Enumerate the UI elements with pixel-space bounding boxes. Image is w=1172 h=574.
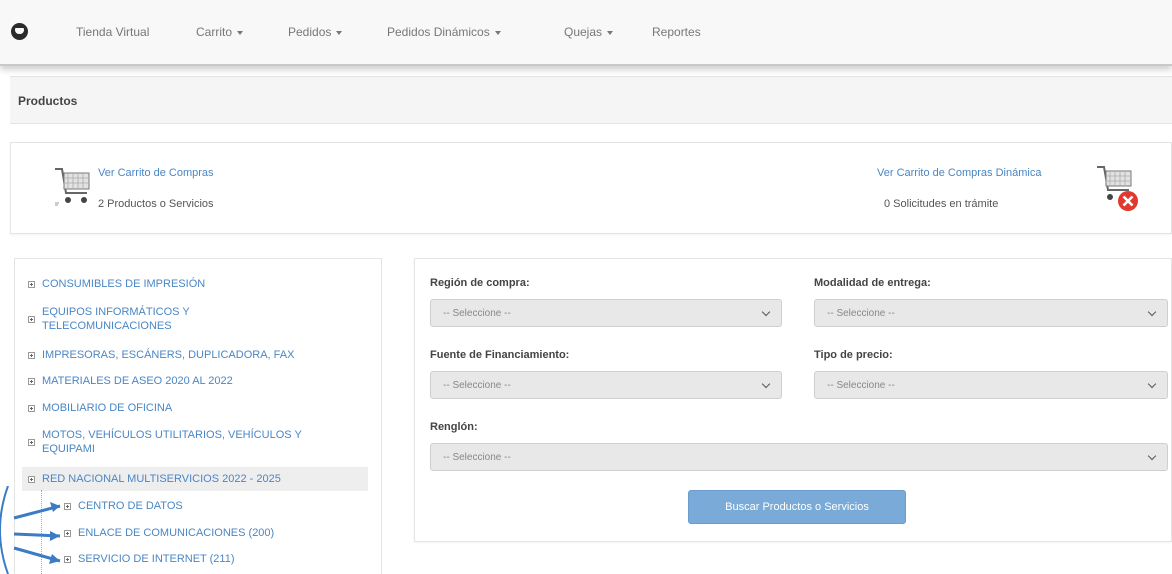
expand-icon[interactable]	[28, 281, 35, 288]
region-label: Región de compra:	[430, 277, 530, 289]
modalidad-select-value: -- Seleccione --	[827, 308, 895, 319]
chevron-down-icon	[761, 379, 771, 389]
fuente-select-value: -- Seleccione --	[443, 380, 511, 391]
tree-child-centro-datos[interactable]: CENTRO DE DATOS	[64, 499, 183, 513]
caret-down-icon	[494, 30, 501, 35]
expand-icon[interactable]	[28, 476, 35, 483]
tree-item-label: MOBILIARIO DE OFICINA	[42, 402, 173, 414]
expand-icon[interactable]	[28, 439, 35, 446]
page-header: Productos	[10, 76, 1172, 124]
tree-child-servicio-internet[interactable]: SERVICIO DE INTERNET (211)	[64, 552, 235, 566]
renglon-select[interactable]: -- Seleccione --	[430, 443, 1168, 471]
caret-down-icon	[607, 30, 614, 35]
caret-down-icon	[237, 30, 244, 35]
nav-tienda-virtual[interactable]: Tienda Virtual	[76, 25, 149, 39]
nav-carrito[interactable]: Carrito	[196, 25, 244, 39]
tree-item-label-continued: TELECOMUNICACIONES	[42, 320, 172, 332]
tipo-precio-select[interactable]: -- Seleccione --	[814, 371, 1168, 399]
nav-pedidos[interactable]: Pedidos	[288, 25, 343, 39]
arrow-annotation-icon	[0, 486, 61, 574]
view-dynamic-cart-link[interactable]: Ver Carrito de Compras Dinámica	[877, 167, 1041, 179]
nav-quejas[interactable]: Quejas	[564, 25, 614, 39]
tree-item-impresoras[interactable]: IMPRESORAS, ESCÁNERS, DUPLICADORA, FAX	[28, 348, 295, 362]
region-select-value: -- Seleccione --	[443, 308, 511, 319]
tree-item-materiales-aseo[interactable]: MATERIALES DE ASEO 2020 AL 2022	[28, 374, 233, 388]
dynamic-cart-count: 0 Solicitudes en trámite	[884, 198, 999, 210]
nav-label: Pedidos	[288, 25, 332, 39]
cart-count: 2 Productos o Servicios	[98, 198, 214, 210]
nav-label: Pedidos Dinámicos	[387, 25, 490, 39]
tree-child-enlace-comunicaciones[interactable]: ENLACE DE COMUNICACIONES (200)	[64, 526, 275, 540]
nav-reportes[interactable]: Reportes	[652, 25, 701, 39]
tree-item-red-nacional[interactable]: RED NACIONAL MULTISERVICIOS 2022 - 2025	[28, 472, 281, 486]
tree-item-label: ENLACE DE COMUNICACIONES (200)	[78, 527, 275, 539]
tree-item-motos[interactable]: MOTOS, VEHÍCULOS UTILITARIOS, VEHÍCULOS …	[28, 428, 302, 456]
fuente-label: Fuente de Financiamiento:	[430, 349, 570, 361]
nav-label: Reportes	[652, 25, 701, 39]
cart-panel: Ver Carrito de Compras 2 Productos o Ser…	[10, 142, 1172, 234]
dynamic-cart-icon[interactable]	[1093, 163, 1141, 213]
tree-item-label: CONSUMIBLES DE IMPRESIÓN	[42, 278, 206, 290]
fuente-select[interactable]: -- Seleccione --	[430, 371, 782, 399]
renglon-label: Renglón:	[430, 421, 478, 433]
tree-item-label-continued: EQUIPAMI	[42, 443, 95, 455]
view-cart-link[interactable]: Ver Carrito de Compras	[98, 167, 214, 179]
tree-item-label: EQUIPOS INFORMÁTICOS Y	[42, 306, 190, 318]
expand-icon[interactable]	[28, 352, 35, 359]
region-select[interactable]: -- Seleccione --	[430, 299, 782, 327]
expand-icon[interactable]	[28, 316, 35, 323]
page-title: Productos	[18, 94, 78, 108]
nav-label: Quejas	[564, 25, 603, 39]
tipo-precio-select-value: -- Seleccione --	[827, 380, 895, 391]
chevron-down-icon	[1147, 379, 1157, 389]
tree-item-label: SERVICIO DE INTERNET (211)	[78, 553, 235, 565]
tree-item-label: CENTRO DE DATOS	[78, 500, 183, 512]
renglon-select-value: -- Seleccione --	[443, 452, 511, 463]
chevron-down-icon	[1147, 451, 1157, 461]
modalidad-select[interactable]: -- Seleccione --	[814, 299, 1168, 327]
nav-pedidos-dinamicos[interactable]: Pedidos Dinámicos	[387, 25, 501, 39]
chevron-down-icon	[761, 307, 771, 317]
tree-item-equipos[interactable]: EQUIPOS INFORMÁTICOS Y TELECOMUNICACIONE…	[28, 305, 190, 333]
nav-label: Carrito	[196, 25, 233, 39]
modalidad-label: Modalidad de entrega:	[814, 277, 931, 289]
tree-item-label: MATERIALES DE ASEO 2020 AL 2022	[42, 375, 233, 387]
tree-item-mobiliario[interactable]: MOBILIARIO DE OFICINA	[28, 401, 173, 415]
expand-icon[interactable]	[28, 378, 35, 385]
search-products-button[interactable]: Buscar Productos o Servicios	[688, 490, 906, 524]
nav-label: Tienda Virtual	[76, 25, 150, 39]
expand-icon[interactable]	[28, 405, 35, 412]
tipo-precio-label: Tipo de precio:	[814, 349, 893, 361]
tree-item-label: RED NACIONAL MULTISERVICIOS 2022 - 2025	[42, 473, 281, 485]
cart-circle-icon[interactable]	[11, 23, 28, 40]
tree-item-label: IMPRESORAS, ESCÁNERS, DUPLICADORA, FAX	[42, 349, 295, 361]
top-navbar: Tienda Virtual Carrito Pedidos Pedidos D…	[0, 0, 1172, 66]
tree-item-label: MOTOS, VEHÍCULOS UTILITARIOS, VEHÍCULOS …	[42, 429, 302, 441]
tree-item-consumibles[interactable]: CONSUMIBLES DE IMPRESIÓN	[28, 277, 206, 291]
chevron-down-icon	[1147, 307, 1157, 317]
caret-down-icon	[336, 30, 343, 35]
shopping-cart-icon[interactable]	[53, 165, 93, 209]
